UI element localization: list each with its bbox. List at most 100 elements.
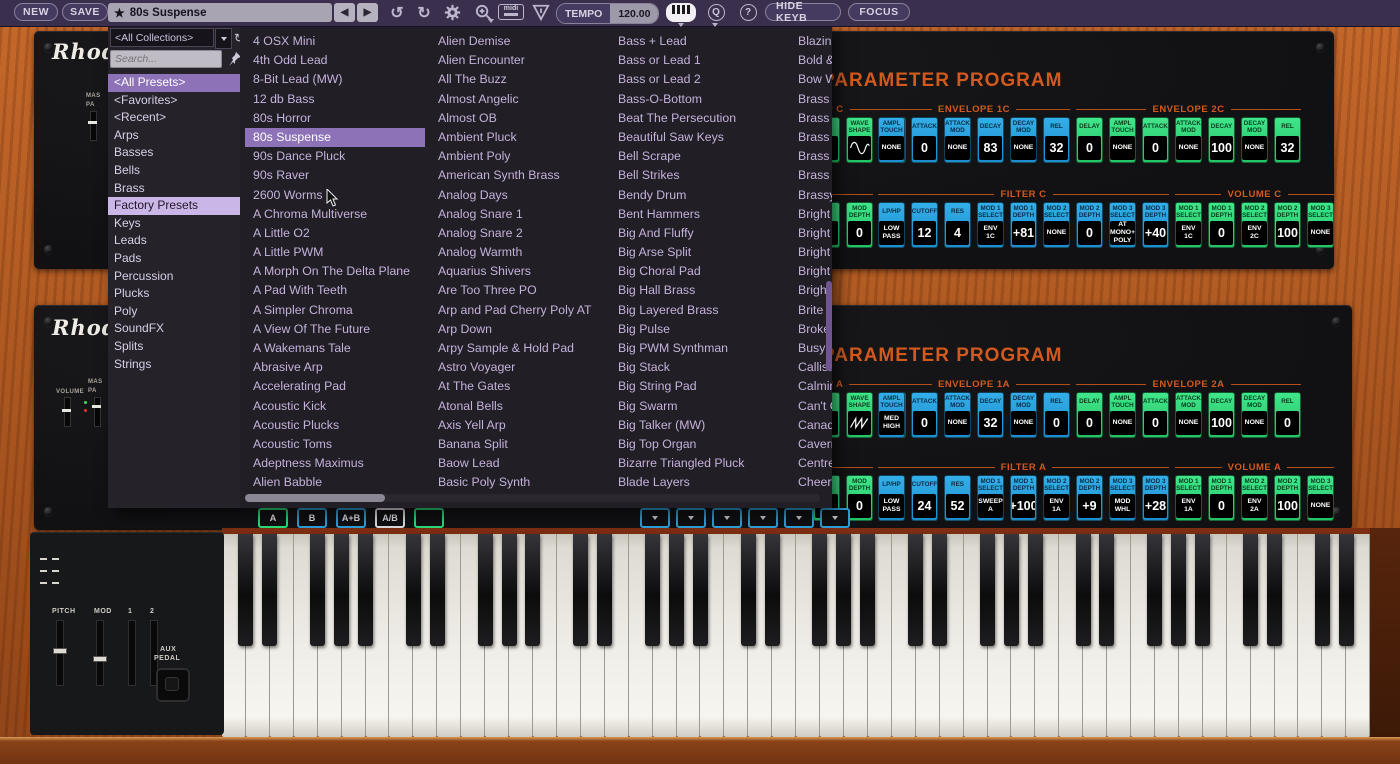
- black-key[interactable]: [765, 534, 780, 646]
- param-button[interactable]: MOD 1 DEPTH+81: [1010, 202, 1037, 248]
- link-button[interactable]: A+B: [336, 508, 366, 528]
- preset-item[interactable]: Bent Hammers: [610, 205, 785, 224]
- chevron-down-icon[interactable]: [712, 508, 742, 528]
- preset-item[interactable]: A View Of The Future: [245, 320, 425, 339]
- black-key[interactable]: [1028, 534, 1043, 646]
- preset-item[interactable]: Bell Strikes: [610, 166, 785, 185]
- preset-item[interactable]: Baow Lead: [430, 454, 605, 473]
- param-button[interactable]: REL32: [1043, 117, 1070, 163]
- zoom-icon[interactable]: [470, 2, 496, 23]
- next-preset-button[interactable]: ▶: [357, 3, 378, 22]
- black-key[interactable]: [478, 534, 493, 646]
- param-button[interactable]: ATTACK0: [1142, 117, 1169, 163]
- collections-dropdown[interactable]: <All Collections>: [110, 28, 214, 47]
- param-button[interactable]: DECAY MODNONE: [1241, 392, 1268, 438]
- sidebar-category[interactable]: <Recent>: [108, 109, 240, 127]
- chevron-down-icon[interactable]: [640, 508, 670, 528]
- master-slider[interactable]: [90, 111, 97, 141]
- chevron-down-icon[interactable]: [784, 508, 814, 528]
- black-key[interactable]: [1076, 534, 1091, 646]
- preset-item[interactable]: Analog Snare 1: [430, 205, 605, 224]
- preset-item[interactable]: Beautiful Saw Keys: [610, 128, 785, 147]
- param-button[interactable]: MOD 1 SELECTSWEEP A: [977, 475, 1004, 521]
- black-key[interactable]: [1171, 534, 1186, 646]
- aux-pedal-button[interactable]: [156, 668, 190, 702]
- param-button[interactable]: WAVE SHAPE: [846, 392, 873, 438]
- param-button[interactable]: DECAY83: [977, 117, 1004, 163]
- preset-item[interactable]: Are Too Three PO: [430, 281, 605, 300]
- preset-item[interactable]: Adeptness Maximus: [245, 454, 425, 473]
- sidebar-category[interactable]: Bells: [108, 162, 240, 180]
- chevron-down-icon[interactable]: [748, 508, 778, 528]
- param-button[interactable]: MOD 3 SELECTMOD WHL: [1109, 475, 1136, 521]
- param-button[interactable]: REL32: [1274, 117, 1301, 163]
- preset-item[interactable]: Brass Pr: [790, 147, 832, 166]
- preset-item[interactable]: Cheerful: [790, 473, 832, 492]
- preset-item[interactable]: Big And Fluffy: [610, 224, 785, 243]
- black-key[interactable]: [1099, 534, 1114, 646]
- preset-item[interactable]: Astro Voyager: [430, 358, 605, 377]
- black-key[interactable]: [406, 534, 421, 646]
- prev-preset-button[interactable]: ◀: [334, 3, 355, 22]
- preset-item[interactable]: Axis Yell Arp: [430, 416, 605, 435]
- preset-item[interactable]: Big Stack: [610, 358, 785, 377]
- param-button[interactable]: ATTACK MODNONE: [944, 117, 971, 163]
- param-button[interactable]: MOD 1 DEPTH+100: [1010, 475, 1037, 521]
- tempo-value[interactable]: 120.00: [610, 4, 658, 23]
- piano-icon[interactable]: [666, 3, 696, 22]
- sidebar-category[interactable]: Plucks: [108, 285, 240, 303]
- link-button[interactable]: A: [258, 508, 288, 528]
- preset-item[interactable]: Big Pulse: [610, 320, 785, 339]
- param-button[interactable]: CUTOFF12: [911, 202, 938, 248]
- preset-item[interactable]: Alien Demise: [430, 32, 605, 51]
- param-button[interactable]: MOD 2 DEPTH100: [1274, 202, 1301, 248]
- sidebar-category[interactable]: Brass: [108, 180, 240, 198]
- preset-item[interactable]: A Simpler Chroma: [245, 301, 425, 320]
- sidebar-category[interactable]: Arps: [108, 127, 240, 145]
- black-key[interactable]: [1339, 534, 1354, 646]
- black-key[interactable]: [812, 534, 827, 646]
- param-button[interactable]: MOD DEPTH0: [846, 475, 873, 521]
- black-key[interactable]: [334, 534, 349, 646]
- preset-item[interactable]: Accelerating Pad: [245, 377, 425, 396]
- preset-item[interactable]: Beat The Persecution: [610, 109, 785, 128]
- sidebar-category[interactable]: Poly: [108, 303, 240, 321]
- preset-item[interactable]: Ambient Poly: [430, 147, 605, 166]
- pitch-lever-thumb[interactable]: [53, 648, 67, 654]
- preset-item[interactable]: Big String Pad: [610, 377, 785, 396]
- lever-1[interactable]: [128, 620, 136, 686]
- preset-item[interactable]: Bass or Lead 1: [610, 51, 785, 70]
- preset-item[interactable]: Big Talker (MW): [610, 416, 785, 435]
- param-button[interactable]: ATTACK MODNONE: [1175, 392, 1202, 438]
- param-button[interactable]: ATTACK0: [1142, 392, 1169, 438]
- preset-item[interactable]: Acoustic Kick: [245, 397, 425, 416]
- preset-item[interactable]: Bass or Lead 2: [610, 70, 785, 89]
- horizontal-scrollbar[interactable]: [245, 494, 820, 502]
- vertical-scrollbar[interactable]: [826, 281, 832, 371]
- volume-slider-thumb[interactable]: [62, 409, 71, 412]
- black-key[interactable]: [645, 534, 660, 646]
- param-button[interactable]: WAVE SHAPE: [846, 117, 873, 163]
- param-button[interactable]: REL0: [1274, 392, 1301, 438]
- help-icon[interactable]: ?: [738, 2, 758, 23]
- sidebar-category[interactable]: Splits: [108, 338, 240, 356]
- sidebar-category[interactable]: <Favorites>: [108, 92, 240, 110]
- preset-item[interactable]: Almost Angelic: [430, 90, 605, 109]
- param-button[interactable]: MOD 1 DEPTH0: [1208, 202, 1235, 248]
- sidebar-category[interactable]: Factory Presets: [108, 197, 240, 215]
- black-key[interactable]: [525, 534, 540, 646]
- param-button[interactable]: MOD 2 SELECTENV 2A: [1241, 475, 1268, 521]
- preset-item[interactable]: Arpy Sample & Hold Pad: [430, 339, 605, 358]
- preset-item[interactable]: All The Buzz: [430, 70, 605, 89]
- param-button[interactable]: MOD 3 SELECTNONE: [1307, 202, 1334, 248]
- black-key[interactable]: [908, 534, 923, 646]
- black-key[interactable]: [1147, 534, 1162, 646]
- new-button[interactable]: NEW: [14, 3, 58, 21]
- gear-icon[interactable]: [441, 2, 463, 23]
- mod-lever-thumb[interactable]: [93, 656, 107, 662]
- param-button[interactable]: DECAY100: [1208, 392, 1235, 438]
- preset-item[interactable]: Big Layered Brass: [610, 301, 785, 320]
- preset-item[interactable]: Brass Bu: [790, 109, 832, 128]
- panel-slider[interactable]: [94, 397, 101, 427]
- param-button[interactable]: ATTACK0: [911, 117, 938, 163]
